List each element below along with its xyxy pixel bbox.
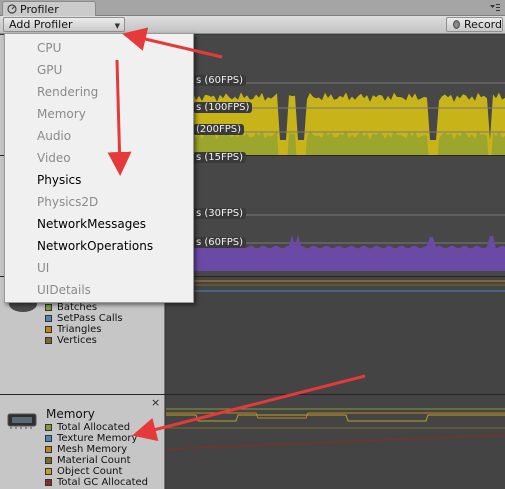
menu-item-video: Video bbox=[37, 151, 71, 165]
cpu-fps-label-200: (200FPS) bbox=[193, 124, 245, 135]
memory-legend-item[interactable]: Object Count bbox=[45, 466, 148, 477]
menu-item-uidetails: UIDetails bbox=[37, 283, 91, 297]
menu-item-networkoperations[interactable]: NetworkOperations bbox=[5, 235, 193, 257]
rendering-legend-item[interactable]: Vertices bbox=[45, 335, 123, 346]
cpu-fps-label-100: s (100FPS) bbox=[193, 102, 253, 113]
legend-label: Batches bbox=[57, 302, 98, 313]
memory-legend-item[interactable]: Total Allocated bbox=[45, 422, 148, 433]
profiler-icon bbox=[7, 4, 17, 14]
legend-swatch bbox=[45, 424, 52, 431]
chevron-down-icon: ▼ bbox=[114, 22, 120, 30]
legend-label: Vertices bbox=[57, 335, 97, 346]
legend-label: Triangles bbox=[57, 324, 102, 335]
legend-label: Object Count bbox=[57, 466, 123, 477]
gpu-fps-label-15: s (15FPS) bbox=[193, 152, 247, 163]
legend-swatch bbox=[45, 457, 52, 464]
legend-swatch bbox=[45, 337, 52, 344]
memory-chip-icon bbox=[7, 413, 37, 429]
menu-item-audio: Audio bbox=[37, 129, 72, 143]
menu-item-physics[interactable]: Physics bbox=[5, 169, 193, 191]
profiler-tab-label: Profiler bbox=[20, 2, 59, 16]
rendering-legend-item[interactable]: Triangles bbox=[45, 324, 123, 335]
gpu-fps-label-60: s (60FPS) bbox=[193, 237, 247, 248]
memory-legend: Total Allocated Texture Memory Mesh Memory… bbox=[45, 422, 148, 488]
record-button[interactable]: Record bbox=[446, 17, 503, 32]
window-menu-icon[interactable] bbox=[489, 3, 501, 13]
legend-label: Mesh Memory bbox=[57, 444, 128, 455]
legend-swatch bbox=[45, 446, 52, 453]
memory-legend-item[interactable]: Total GC Allocated bbox=[45, 477, 148, 488]
memory-module-title: Memory bbox=[46, 407, 95, 421]
rendering-legend-item[interactable]: SetPass Calls bbox=[45, 313, 123, 324]
rendering-legend-item[interactable]: Batches bbox=[45, 302, 123, 313]
gpu-fps-label-30: s (30FPS) bbox=[193, 208, 247, 219]
legend-swatch bbox=[45, 468, 52, 475]
legend-label: Material Count bbox=[57, 455, 131, 466]
memory-legend-item[interactable]: Texture Memory bbox=[45, 433, 148, 444]
menu-item-cpu: CPU bbox=[37, 41, 62, 55]
legend-swatch bbox=[45, 435, 52, 442]
window-tab-strip: Profiler bbox=[0, 0, 505, 16]
record-icon bbox=[453, 20, 460, 29]
memory-legend-item[interactable]: Mesh Memory bbox=[45, 444, 148, 455]
legend-label: Texture Memory bbox=[57, 433, 138, 444]
record-label: Record bbox=[463, 18, 502, 31]
add-profiler-menu: CPU GPU Rendering Memory Audio Video Physics Ph… bbox=[4, 33, 194, 303]
legend-label: SetPass Calls bbox=[57, 313, 123, 324]
menu-item-physics2d: Physics2D bbox=[37, 195, 99, 209]
add-profiler-label: Add Profiler bbox=[9, 18, 73, 31]
memory-legend-item[interactable]: Material Count bbox=[45, 455, 148, 466]
legend-label: Total Allocated bbox=[57, 422, 131, 433]
menu-item-networkmessages[interactable]: NetworkMessages bbox=[5, 213, 193, 235]
legend-swatch bbox=[45, 326, 52, 333]
menu-item-ui: UI bbox=[37, 261, 50, 275]
legend-swatch bbox=[45, 315, 52, 322]
legend-swatch bbox=[45, 304, 52, 311]
add-profiler-dropdown[interactable]: Add Profiler ▼ bbox=[3, 17, 125, 32]
menu-item-memory: Memory bbox=[37, 107, 86, 121]
rendering-legend: Batches SetPass Calls Triangles Vertices bbox=[45, 302, 123, 346]
close-icon[interactable]: × bbox=[151, 396, 160, 409]
legend-label: Total GC Allocated bbox=[57, 477, 149, 488]
menu-item-rendering: Rendering bbox=[37, 85, 99, 99]
module-separator bbox=[0, 394, 505, 395]
profiler-toolbar: Add Profiler ▼ Record bbox=[0, 16, 505, 34]
menu-item-gpu: GPU bbox=[37, 63, 63, 77]
profiler-tab[interactable]: Profiler bbox=[2, 1, 96, 16]
cpu-fps-label-60: s (60FPS) bbox=[193, 75, 247, 86]
legend-swatch bbox=[45, 479, 52, 486]
